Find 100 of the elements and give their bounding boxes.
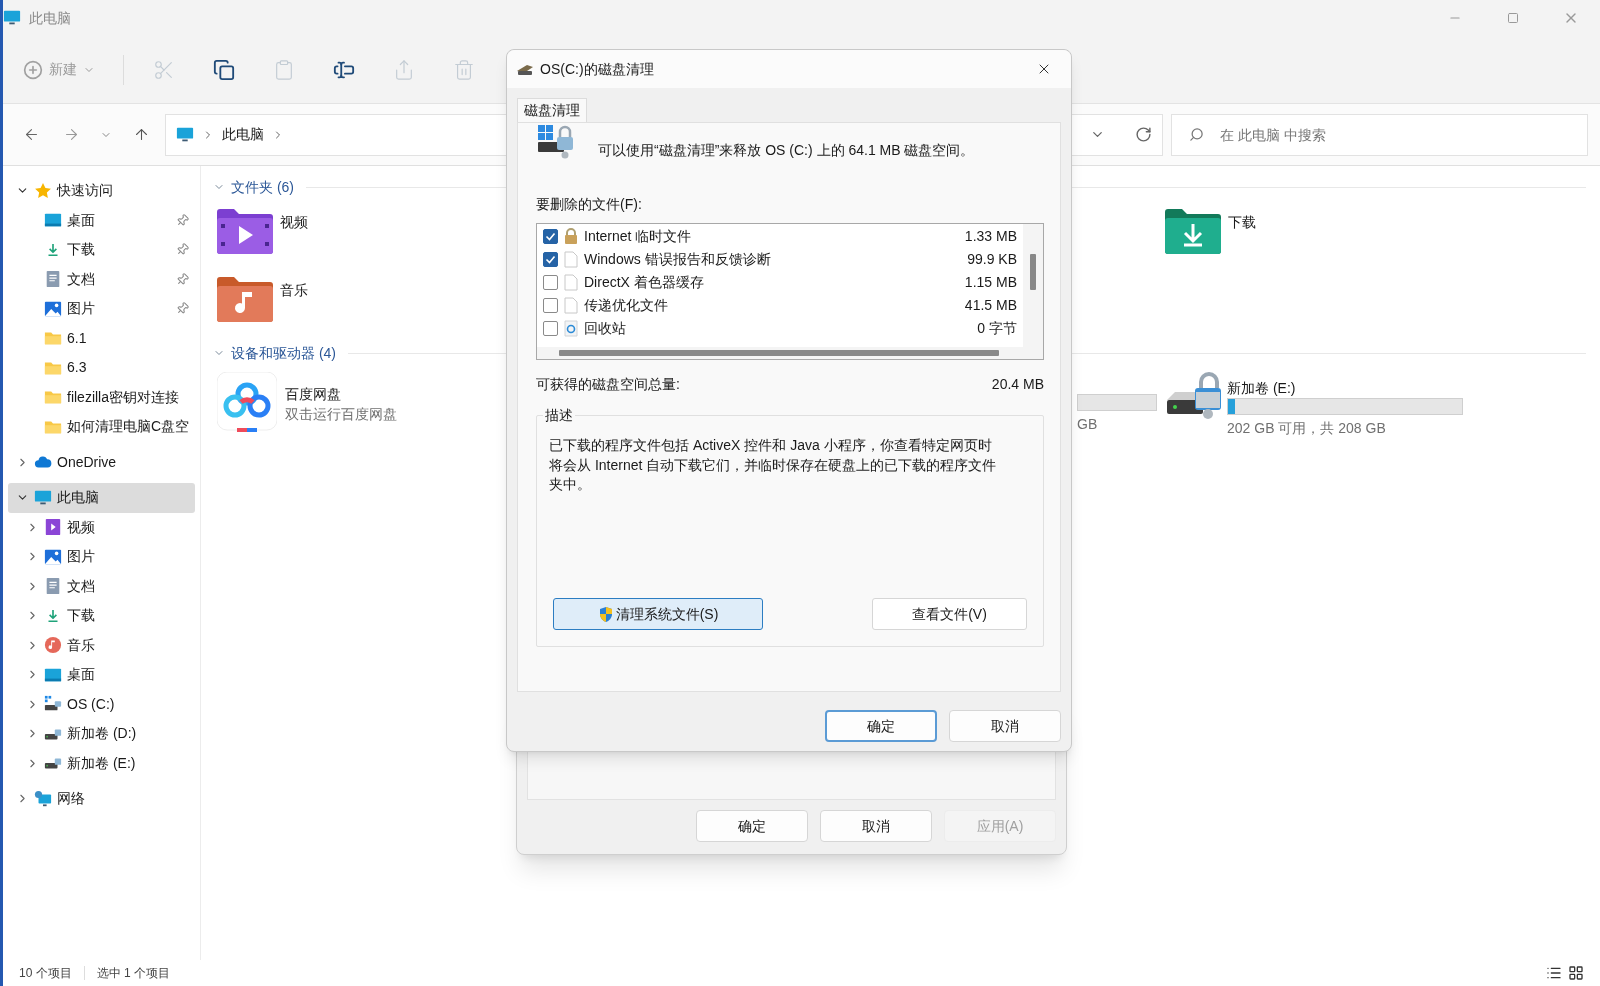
section-header[interactable]: 设备和驱动器 (4) [231, 342, 336, 364]
share-icon [393, 58, 415, 81]
checkbox[interactable] [543, 298, 558, 313]
sidebar-item[interactable]: 图片 [8, 294, 195, 324]
sidebar-item[interactable]: 音乐 [8, 630, 195, 660]
checkbox[interactable] [543, 229, 558, 244]
sidebar-label: 音乐 [67, 635, 96, 655]
cloud-app-icon [217, 372, 277, 434]
sidebar-item[interactable]: 如何清理电脑C盘空 [8, 412, 195, 442]
sidebar-item[interactable]: 下载 [8, 601, 195, 631]
sidebar-item[interactable]: OS (C:) [8, 689, 195, 719]
monitor-icon [34, 488, 52, 507]
drive-cleanup-icon [536, 125, 576, 159]
sidebar-label: 桌面 [67, 210, 96, 230]
dialog-button[interactable]: 取消 [949, 710, 1061, 742]
file-icon [564, 251, 578, 268]
drive-name[interactable]: 新加卷 (E:) [1227, 378, 1463, 398]
dialog-button[interactable]: 确定 [825, 710, 937, 742]
checkmark-icon [545, 231, 556, 242]
file-name: 回收站 [584, 319, 626, 338]
details-view-icon[interactable] [1546, 965, 1562, 981]
tiles-view-icon[interactable] [1568, 965, 1584, 981]
sidebar-label: 桌面 [67, 665, 96, 685]
file-icon [564, 297, 578, 314]
app-name[interactable]: 百度网盘 [285, 384, 397, 404]
file-row[interactable]: DirectX 着色器缓存 1.15 MB [537, 271, 1023, 294]
file-row[interactable]: Internet 临时文件 1.33 MB [537, 225, 1023, 248]
breadcrumb[interactable]: 此电脑 [222, 124, 264, 145]
sidebar-label: 快速访问 [57, 181, 114, 201]
document-icon [44, 270, 62, 289]
checkmark-icon [545, 254, 556, 265]
sidebar-item[interactable]: 网络 [8, 784, 195, 814]
sidebar-label: 文档 [67, 269, 96, 289]
folder-name[interactable]: 下载 [1228, 212, 1256, 274]
file-size: 41.5 MB [964, 296, 1017, 315]
sidebar-item[interactable]: 6.1 [8, 323, 195, 353]
disk-cleanup-icon [516, 62, 534, 76]
file-list[interactable]: Internet 临时文件 1.33 MB Windows 错误报告和反馈诊断 99.9 KB DirectX 着色器缓存 1.15 MB 传递优化文件 41.5 MB 回收站 0 字节 [536, 223, 1044, 360]
sidebar-label: 文档 [67, 576, 96, 596]
files-label: 要删除的文件(F): [536, 195, 643, 214]
horizontal-scrollbar[interactable] [537, 347, 1043, 359]
sidebar-item[interactable]: 新加卷 (D:) [8, 719, 195, 749]
sidebar-label: 6.1 [67, 328, 88, 348]
total-value: 20.4 MB [991, 375, 1044, 394]
scissors-icon [153, 58, 175, 81]
vertical-scrollbar[interactable] [1023, 224, 1043, 347]
sidebar-item[interactable]: OneDrive [8, 447, 195, 477]
checkbox[interactable] [543, 275, 558, 290]
sidebar-label: filezilla密钥对连接 [67, 387, 180, 407]
sidebar-item[interactable]: 下载 [8, 235, 195, 265]
file-row[interactable]: Windows 错误报告和反馈诊断 99.9 KB [537, 248, 1023, 271]
download-folder-icon [1165, 208, 1221, 254]
sidebar-item[interactable]: 快速访问 [8, 176, 195, 206]
monitor-icon [176, 125, 194, 144]
sidebar-label: 网络 [57, 789, 86, 809]
file-row[interactable]: 回收站 0 字节 [537, 317, 1023, 340]
sidebar-item[interactable]: 图片 [8, 542, 195, 572]
refresh-icon[interactable] [1135, 126, 1152, 143]
sidebar-label: 下载 [67, 606, 96, 626]
sidebar-label: OneDrive [57, 452, 118, 472]
file-icon [564, 274, 578, 291]
sidebar-item[interactable]: 6.3 [8, 353, 195, 383]
section-header[interactable]: 文件夹 (6) [231, 176, 294, 198]
folder-name[interactable]: 音乐 [280, 280, 308, 342]
sidebar-label: 6.3 [67, 358, 88, 378]
total-label: 可获得的磁盘空间总量: [536, 375, 680, 394]
sidebar-item[interactable]: 此电脑 [8, 483, 195, 513]
file-row[interactable]: 传递优化文件 41.5 MB [537, 294, 1023, 317]
sidebar-item[interactable]: 桌面 [8, 205, 195, 235]
file-size: 99.9 KB [967, 250, 1017, 269]
action-button[interactable]: 清理系统文件(S) [553, 598, 763, 630]
dialog-button[interactable]: 取消 [820, 810, 932, 842]
lock-icon [564, 228, 578, 245]
sidebar-item[interactable]: 文档 [8, 264, 195, 294]
action-button[interactable]: 查看文件(V) [872, 598, 1027, 630]
file-name: DirectX 着色器缓存 [584, 273, 704, 292]
drive-space-text: GB [1077, 415, 1099, 434]
folder-name[interactable]: 视频 [280, 212, 308, 274]
sidebar-item[interactable]: 桌面 [8, 660, 195, 690]
dialog-button[interactable]: 确定 [696, 810, 808, 842]
sidebar-item[interactable]: 新加卷 (E:) [8, 748, 195, 778]
selection-count: 选中 1 个项目 [96, 965, 171, 982]
search-field[interactable]: 在 此电脑 中搜索 [1171, 113, 1588, 156]
file-name: Windows 错误报告和反馈诊断 [584, 250, 771, 269]
tab[interactable]: 磁盘清理 [517, 98, 587, 122]
recycle-bin-icon [564, 320, 578, 337]
sidebar-label: 视频 [67, 517, 96, 537]
item-count: 10 个项目 [19, 965, 72, 982]
sidebar-item[interactable]: 视频 [8, 512, 195, 542]
checkbox[interactable] [543, 252, 558, 267]
checkbox[interactable] [543, 321, 558, 336]
plus-icon [23, 59, 43, 80]
sidebar-label: 新加卷 (D:) [67, 724, 138, 744]
description-text: 已下载的程序文件包括 ActiveX 控件和 Java 小程序，你查看特定网页时将会从 Internet 自动下载它们，并临时保存在硬盘上的已下载的程序文件夹中。 [549, 436, 998, 494]
dialog-title: OS(C:)的磁盘清理 [540, 59, 654, 79]
copy-icon [213, 58, 235, 81]
app-description: 双击运行百度网盘 [285, 405, 397, 424]
sidebar-item[interactable]: filezilla密钥对连接 [8, 382, 195, 412]
window-title: 此电脑 [29, 8, 71, 28]
sidebar-item[interactable]: 文档 [8, 571, 195, 601]
